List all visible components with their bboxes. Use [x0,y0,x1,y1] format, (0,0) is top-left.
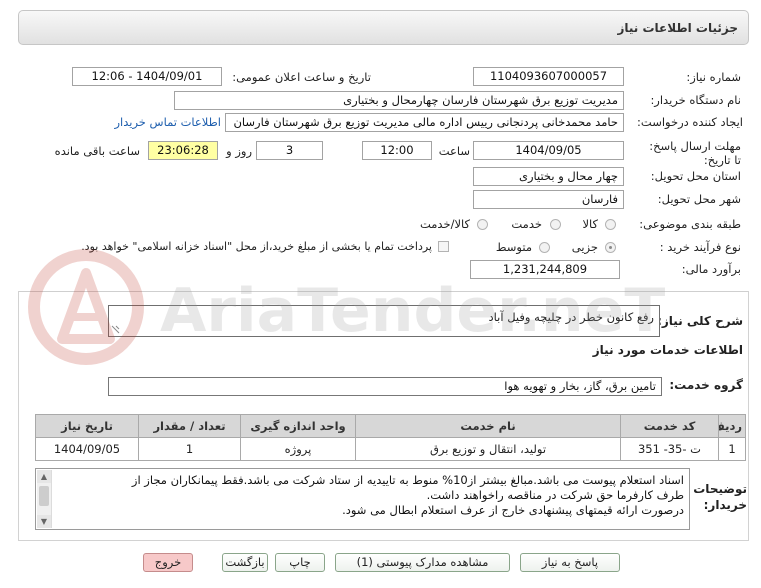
announce-datetime-label: تاریخ و ساعت اعلان عمومی: [232,70,371,84]
time-remaining-label: ساعت باقی مانده [54,144,140,158]
category-label: طبقه بندی موضوعی: [639,217,741,231]
table-row[interactable]: 1 ت -35- 351 تولید، انتقال و توزیع برق پ… [35,437,746,461]
category-goods-radio[interactable] [605,219,616,230]
respond-button[interactable]: پاسخ به نیاز [520,553,620,572]
cell-need-date: 1404/09/05 [35,437,139,461]
process-minor-radio[interactable] [605,242,616,253]
estimate-field[interactable]: 1,231,244,809 [470,260,620,279]
notes-scrollbar[interactable]: ▲ ▼ [37,470,52,528]
cell-row-number: 1 [718,437,746,461]
days-label: روز و [226,144,252,158]
cell-unit: پروژه [240,437,356,461]
buyer-notes-textarea[interactable]: اسناد استعلام پیوست می باشد.مبالغ بیشتر … [35,468,690,530]
cell-quantity: 1 [138,437,241,461]
resize-handle-icon[interactable] [111,325,120,334]
buyer-notes-text: اسناد استعلام پیوست می باشد.مبالغ بیشتر … [56,473,684,518]
buyer-notes-label: توضیحات خریدار: [693,482,747,512]
need-number-field[interactable]: 1104093607000057 [473,67,624,86]
announce-datetime-field[interactable]: 1404/09/01 - 12:06 [72,67,222,86]
cell-service-name: تولید، انتقال و توزیع برق [355,437,621,461]
days-remaining-field[interactable]: 3 [256,141,323,160]
col-header-service-code: کد خدمت [620,414,719,438]
view-attachments-button[interactable]: مشاهده مدارک پیوستی (1) [335,553,510,572]
treasury-checkbox[interactable] [438,241,449,252]
service-group-field[interactable]: تامین برق، گاز، بخار و تهویه هوا [108,377,662,396]
scroll-down-arrow-icon[interactable]: ▼ [37,515,51,528]
category-service-radio[interactable] [550,219,561,230]
buyer-notes-line: اسناد استعلام پیوست می باشد.مبالغ بیشتر … [131,473,684,487]
services-heading: اطلاعات خدمات مورد نیاز [592,343,743,357]
deadline-date-label: تا تاریخ: [703,153,741,167]
time-remaining-field: 23:06:28 [148,141,218,160]
back-button[interactable]: بازگشت [222,553,268,572]
buyer-org-field[interactable]: مدیریت توزیع برق شهرستان فارسان چهارمحال… [174,91,624,110]
scrollbar-thumb[interactable] [39,486,49,506]
process-medium-label: متوسط [495,240,532,254]
deadline-label: مهلت ارسال پاسخ: [649,139,741,153]
process-minor-label: جزیی [571,240,598,254]
process-medium-radio[interactable] [539,242,550,253]
deadline-time-label: ساعت [438,144,470,158]
services-table: ردیف کد خدمت نام خدمت واحد اندازه گیری ت… [35,414,746,461]
purchase-process-label: نوع فرآیند خرید : [659,240,741,254]
exit-button[interactable]: خروج [143,553,193,572]
category-service-label: خدمت [511,217,542,231]
need-number-label: شماره نیاز: [686,70,741,84]
delivery-province-field[interactable]: چهار محال و بختیاری [473,167,624,186]
requester-label: ایجاد کننده درخواست: [637,115,743,129]
category-goods-service-radio[interactable] [477,219,488,230]
deadline-date-field[interactable]: 1404/09/05 [473,141,624,160]
col-header-unit: واحد اندازه گیری [240,414,356,438]
scroll-up-arrow-icon[interactable]: ▲ [37,470,51,483]
col-header-quantity: تعداد / مقدار [138,414,241,438]
delivery-province-label: استان محل تحویل: [650,169,741,183]
delivery-city-field[interactable]: فارسان [473,190,624,209]
description-label: شرح کلی نیاز: [657,314,743,328]
deadline-time-field[interactable]: 12:00 [362,141,432,160]
print-button[interactable]: چاپ [275,553,325,572]
cell-service-code: ت -35- 351 [620,437,719,461]
col-header-service-name: نام خدمت [355,414,621,438]
buyer-notes-line: درصورت ارائه قیمتهای پیشنهادی خارج از عر… [342,503,684,517]
description-textarea[interactable]: رفع کانون خطر در چلیچه وفیل آباد [108,305,660,337]
category-goods-service-label: کالا/خدمت [419,217,470,231]
requester-field[interactable]: حامد محمدخانی پردنجانی رییس اداره مالی م… [225,113,624,132]
page-header: جزئیات اطلاعات نیاز [18,10,749,45]
estimate-label: برآورد مالی: [681,262,741,276]
delivery-city-label: شهر محل تحویل: [657,192,741,206]
page-title: جزئیات اطلاعات نیاز [617,21,738,35]
table-header-row: ردیف کد خدمت نام خدمت واحد اندازه گیری ت… [35,414,746,438]
buyer-contact-link[interactable]: اطلاعات تماس خریدار [114,115,221,129]
description-text: رفع کانون خطر در چلیچه وفیل آباد [488,310,654,324]
col-header-need-date: تاریخ نیاز [35,414,139,438]
buyer-org-label: نام دستگاه خریدار: [650,93,741,107]
service-group-label: گروه خدمت: [669,378,743,392]
col-header-row-number: ردیف [718,414,746,438]
treasury-checkbox-label: پرداخت تمام یا بخشی از مبلغ خرید،از محل … [81,240,432,253]
buyer-notes-line: طرف کارفرما حق شرکت در مناقصه راخواهند د… [426,488,684,502]
category-goods-label: کالا [582,217,598,231]
